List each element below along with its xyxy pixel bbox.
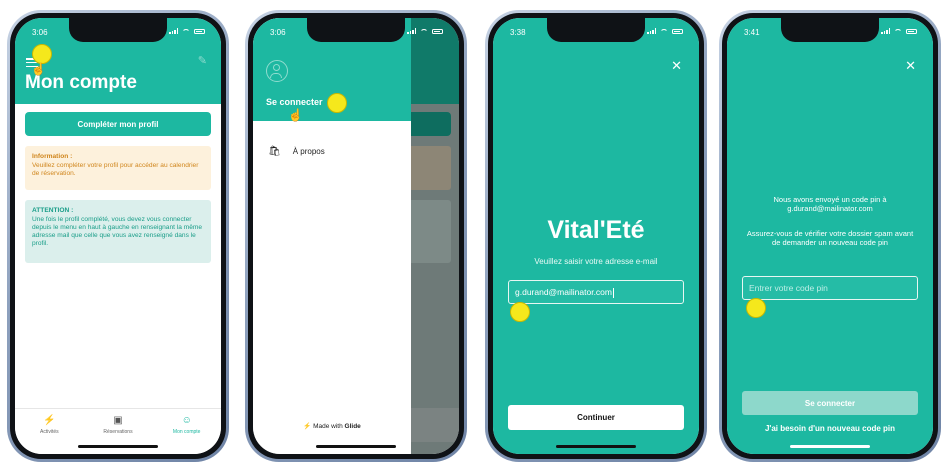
- warning-card: ATTENTION : Une fois le profil complété,…: [25, 200, 211, 263]
- click-highlight-dot: [746, 298, 766, 318]
- user-check-icon: ☺: [181, 415, 192, 426]
- menu-item-about[interactable]: 🛍 À propos: [268, 146, 325, 157]
- tab-label: Activités: [40, 429, 59, 435]
- wifi-icon: [420, 28, 428, 34]
- continue-button[interactable]: Continuer: [508, 405, 684, 430]
- sign-in-button[interactable]: Se connecter: [742, 391, 918, 415]
- signal-icon: [881, 28, 890, 34]
- wifi-icon: [182, 28, 190, 34]
- clock: 3:06: [270, 28, 286, 37]
- tutorial-stage: 3:06 ✎ Mon compte Compléter mon profil I…: [0, 0, 946, 466]
- phone-menu: 3:06 Se connecter 🛍 À propos ⚡ Made with…: [245, 10, 467, 462]
- close-icon[interactable]: ✕: [671, 58, 682, 74]
- home-indicator: [316, 445, 396, 448]
- menu-item-label: À propos: [292, 147, 325, 156]
- new-pin-link[interactable]: J'ai besoin d'un nouveau code pin: [727, 424, 933, 433]
- screen-pin: 3:41 ✕ Nous avons envoyé un code pin à g…: [727, 18, 933, 454]
- notch: [69, 18, 167, 42]
- close-icon[interactable]: ✕: [905, 58, 916, 74]
- pin-sent-message: Nous avons envoyé un code pin à g.durand…: [773, 195, 887, 214]
- signal-icon: [647, 28, 656, 34]
- home-indicator: [556, 445, 636, 448]
- warning-card-text: Une fois le profil complété, vous devez …: [32, 216, 203, 248]
- pin-input[interactable]: Entrer votre code pin: [742, 276, 918, 300]
- battery-icon: [906, 28, 917, 34]
- battery-icon: [672, 28, 683, 34]
- info-card-text: Veuillez compléter votre profil pour acc…: [32, 162, 199, 178]
- warning-card-title: ATTENTION :: [32, 207, 74, 214]
- clock: 3:41: [744, 28, 760, 37]
- wifi-icon: [660, 28, 668, 34]
- edit-pencil-icon[interactable]: ✎: [198, 54, 207, 67]
- email-prompt: Veuillez saisir votre adresse e-mail: [534, 257, 658, 266]
- text-caret: [612, 287, 614, 298]
- side-drawer: Se connecter 🛍 À propos ⚡ Made with Glid…: [253, 18, 411, 454]
- tab-label: Réservations: [103, 429, 133, 435]
- bottom-tab-bar: ⚡ Activités ▣ Réservations ☺ Mon compte: [15, 408, 221, 442]
- made-with-glide-badge[interactable]: ⚡ Made with Glide: [253, 422, 411, 430]
- spam-hint: Assurez-vous de vérifier votre dossier s…: [746, 229, 914, 248]
- battery-icon: [432, 28, 443, 34]
- complete-profile-button[interactable]: Compléter mon profil: [25, 112, 211, 136]
- notch: [547, 18, 645, 42]
- wifi-icon: [894, 28, 902, 34]
- clock: 3:38: [510, 28, 526, 37]
- play-square-icon: ▣: [113, 415, 123, 426]
- tab-my-account[interactable]: ☺ Mon compte: [152, 409, 221, 442]
- signal-icon: [169, 28, 178, 34]
- hand-cursor-icon: ☝: [31, 62, 46, 76]
- screen-email: 3:38 ✕ Vital'Eté Veuillez saisir votre a…: [493, 18, 699, 454]
- phone-pin: 3:41 ✕ Nous avons envoyé un code pin à g…: [719, 10, 941, 462]
- home-indicator: [790, 445, 870, 448]
- running-person-icon: ⚡: [43, 415, 56, 426]
- tab-label: Mon compte: [172, 429, 201, 435]
- bolt-icon: ⚡: [303, 423, 312, 430]
- click-highlight-dot: [327, 93, 347, 113]
- notch: [781, 18, 879, 42]
- click-highlight-dot: [510, 302, 530, 322]
- email-field[interactable]: g.durand@mailinator.com: [508, 280, 684, 304]
- signal-icon: [407, 28, 416, 34]
- screen-menu: 3:06 Se connecter 🛍 À propos ⚡ Made with…: [253, 18, 459, 454]
- battery-icon: [194, 28, 205, 34]
- shopping-bag-icon: 🛍: [268, 146, 281, 157]
- info-card: Information : Veuillez compléter votre p…: [25, 146, 211, 190]
- tab-reservations[interactable]: ▣ Réservations: [84, 409, 153, 442]
- home-indicator: [78, 445, 158, 448]
- click-highlight-dot: [32, 44, 52, 64]
- hand-cursor-icon: ☝: [288, 108, 303, 122]
- user-avatar-icon: [266, 60, 288, 82]
- sign-in-link[interactable]: Se connecter: [266, 97, 323, 107]
- phone-account: 3:06 ✎ Mon compte Compléter mon profil I…: [7, 10, 229, 462]
- notch: [307, 18, 405, 42]
- phone-email: 3:38 ✕ Vital'Eté Veuillez saisir votre a…: [485, 10, 707, 462]
- clock: 3:06: [32, 28, 48, 37]
- tab-activities[interactable]: ⚡ Activités: [15, 409, 84, 442]
- brand-title: Vital'Eté: [547, 216, 645, 244]
- screen-account: 3:06 ✎ Mon compte Compléter mon profil I…: [15, 18, 221, 454]
- info-card-title: Information :: [32, 153, 73, 160]
